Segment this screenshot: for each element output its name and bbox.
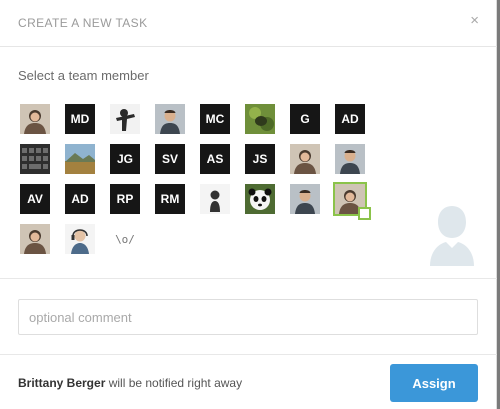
person-photo-woman[interactable] xyxy=(290,144,320,174)
team-member-avatar[interactable]: AS xyxy=(200,144,230,174)
dialog-title: CREATE A NEW TASK xyxy=(18,16,148,30)
team-member-avatar[interactable]: AV xyxy=(20,184,50,214)
comment-input[interactable] xyxy=(18,299,478,335)
person-photo-woman[interactable] xyxy=(20,224,50,254)
team-member-avatar[interactable]: RP xyxy=(110,184,140,214)
person-photo-headset[interactable] xyxy=(65,224,95,254)
create-task-dialog: CREATE A NEW TASK × Select a team member… xyxy=(0,0,497,409)
person-photo-man[interactable] xyxy=(290,184,320,214)
person-photo-woman[interactable] xyxy=(20,104,50,134)
person-photo-man[interactable] xyxy=(335,144,365,174)
team-member-label: Select a team member xyxy=(18,68,149,83)
panda-photo[interactable] xyxy=(245,184,275,214)
animal-photo[interactable] xyxy=(245,104,275,134)
team-member-avatar[interactable]: AD xyxy=(65,184,95,214)
notify-notice: Brittany Berger will be notified right a… xyxy=(18,376,242,390)
notice-text: will be notified right away xyxy=(105,376,243,390)
close-icon[interactable]: × xyxy=(470,13,479,28)
team-member-avatar[interactable]: RM xyxy=(155,184,185,214)
dialog-header: CREATE A NEW TASK × xyxy=(0,0,497,47)
team-member-avatar[interactable]: JG xyxy=(110,144,140,174)
team-member-avatar[interactable]: JS xyxy=(245,144,275,174)
team-member-avatar[interactable]: AD xyxy=(335,104,365,134)
team-member-avatar-selected[interactable] xyxy=(333,182,371,220)
divider xyxy=(0,278,497,279)
assignee-name: Brittany Berger xyxy=(18,376,106,390)
assign-button[interactable]: Assign xyxy=(390,364,478,402)
team-member-avatar[interactable]: SV xyxy=(155,144,185,174)
person-photo-silhouette[interactable] xyxy=(200,184,230,214)
person-photo-pose[interactable] xyxy=(110,104,140,134)
user-silhouette-icon xyxy=(426,200,478,266)
team-member-text-avatar[interactable]: \o/ xyxy=(110,224,140,254)
landscape-photo[interactable] xyxy=(65,144,95,174)
keyboard-photo[interactable] xyxy=(20,144,50,174)
team-member-avatar[interactable]: MD xyxy=(65,104,95,134)
divider xyxy=(0,354,497,355)
person-photo-man[interactable] xyxy=(155,104,185,134)
selected-check-icon xyxy=(358,207,371,220)
team-member-avatar[interactable]: MC xyxy=(200,104,230,134)
team-member-avatar[interactable]: G xyxy=(290,104,320,134)
